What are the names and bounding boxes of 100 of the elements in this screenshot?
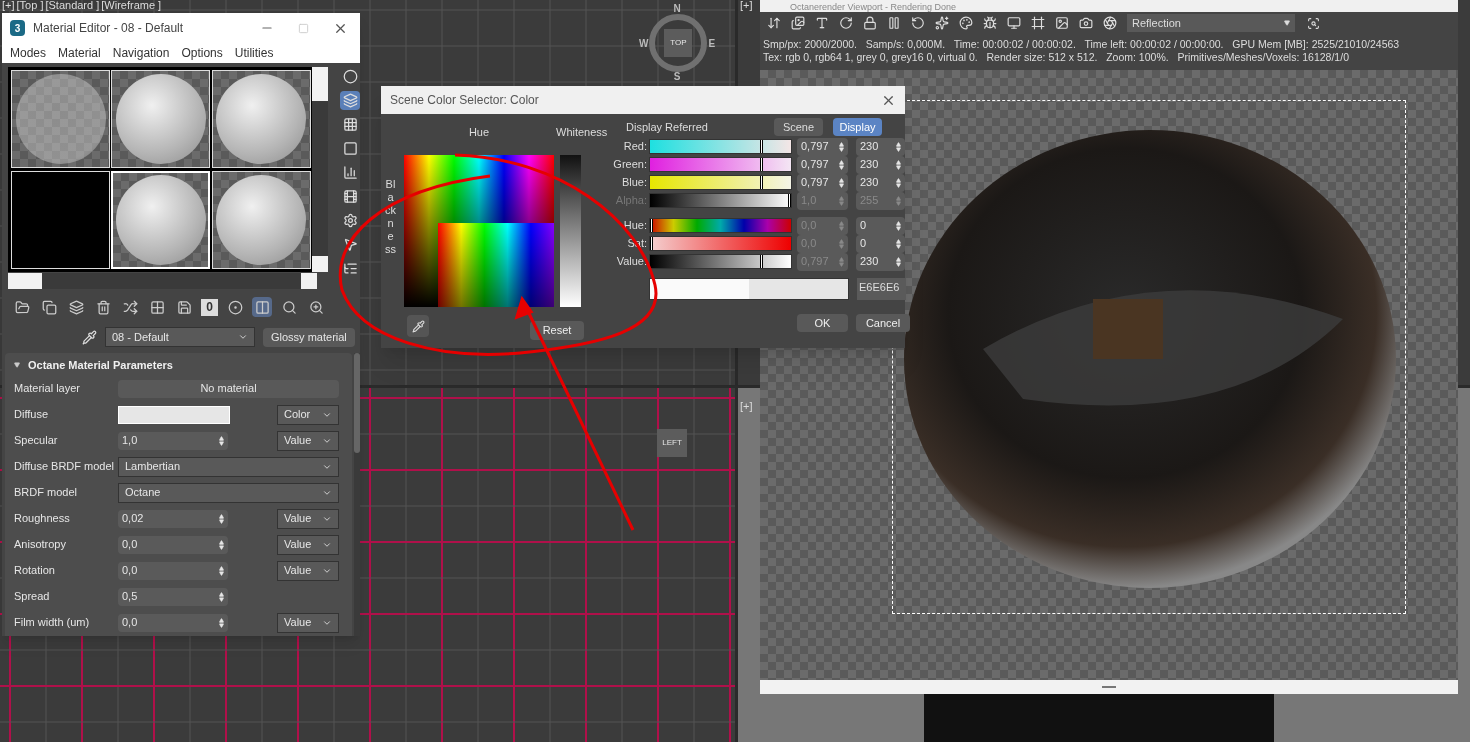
spinner-arrows-icon[interactable] (896, 256, 901, 267)
slider-thumb[interactable] (760, 140, 763, 153)
dropdown[interactable]: Value (277, 508, 339, 529)
dropdown[interactable]: Color (277, 404, 339, 425)
spinner-arrows-icon[interactable] (219, 513, 224, 524)
restart-icon[interactable] (909, 14, 927, 32)
number-spinner[interactable]: 0,5 (118, 587, 228, 606)
number-spinner[interactable]: 0,02 (118, 509, 228, 528)
palette-icon[interactable] (957, 14, 975, 32)
viewcube-compass-ring[interactable]: TOP (649, 14, 708, 72)
spinner-arrows-icon[interactable] (219, 435, 224, 446)
viewport-label[interactable]: [Standard ] (45, 0, 100, 10)
material-layer-button[interactable]: No material (118, 379, 339, 398)
whiteness-bar[interactable] (560, 154, 581, 307)
dropdown[interactable]: Lambertian (118, 456, 339, 477)
scene-value-spinner[interactable]: 0,797 (797, 173, 848, 192)
channel-slider[interactable] (649, 157, 792, 172)
picture-icon[interactable] (1053, 14, 1071, 32)
color-swatch[interactable] (118, 405, 230, 424)
viewcube-face[interactable]: LEFT (657, 429, 687, 457)
cancel-button[interactable]: Cancel (856, 314, 910, 332)
panel-scrollbar[interactable] (354, 353, 360, 636)
mode-button[interactable]: Scene (774, 118, 823, 136)
viewport-label[interactable]: [+] (740, 398, 753, 415)
mode-button[interactable]: Display (833, 118, 882, 136)
channel-slider[interactable] (649, 193, 792, 208)
display-value-spinner[interactable]: 0 (856, 234, 905, 253)
spinner-arrows-icon[interactable] (896, 220, 901, 231)
images-icon[interactable] (789, 14, 807, 32)
viewport-label[interactable]: [+] (2, 0, 15, 10)
slider-thumb[interactable] (650, 237, 653, 250)
menu-item[interactable]: Modes (10, 44, 47, 62)
display-value-spinner[interactable]: 230 (856, 155, 905, 174)
resize-handle-bar[interactable] (760, 680, 1458, 694)
dropdown[interactable]: Value (277, 430, 339, 451)
number-spinner[interactable]: 0,0 (118, 535, 228, 554)
eyedropper-icon[interactable] (82, 329, 97, 345)
channel-slider[interactable] (649, 139, 792, 154)
sparkle-icon[interactable] (933, 14, 951, 32)
aperture-icon[interactable] (1101, 14, 1119, 32)
slider-thumb[interactable] (760, 158, 763, 171)
scene-value-spinner[interactable]: 0,797 (797, 137, 848, 156)
bug-icon[interactable] (981, 14, 999, 32)
viewport-label[interactable]: [+] (740, 0, 753, 10)
spinner-arrows-icon[interactable] (219, 617, 224, 628)
spinner-arrows-icon[interactable] (219, 539, 224, 550)
spinner-arrows-icon[interactable] (839, 159, 844, 170)
channel-slider[interactable] (649, 175, 792, 190)
number-spinner[interactable]: 0,0 (118, 561, 228, 580)
viewport-label[interactable]: [Wireframe ] (101, 0, 162, 10)
channel-slider[interactable] (649, 254, 792, 269)
ok-button[interactable]: OK (797, 314, 848, 332)
spinner-arrows-icon[interactable] (896, 141, 901, 152)
slider-thumb[interactable] (650, 219, 653, 232)
zero-button[interactable]: 0 (201, 298, 218, 316)
spinner-arrows-icon[interactable] (896, 238, 901, 249)
display-value-spinner[interactable]: 230 (856, 137, 905, 156)
menu-item[interactable]: Options (181, 44, 223, 62)
spinner-arrows-icon[interactable] (219, 565, 224, 576)
monitor-icon[interactable] (1005, 14, 1023, 32)
number-spinner[interactable]: 0,0 (118, 613, 228, 632)
slider-thumb[interactable] (760, 176, 763, 189)
spinner-arrows-icon[interactable] (839, 177, 844, 188)
channel-slider[interactable] (649, 218, 792, 233)
expand-triangle-icon[interactable] (14, 362, 20, 369)
material-slot[interactable] (11, 171, 110, 269)
spinner-arrows-icon[interactable] (219, 591, 224, 602)
vertical-scrollbar[interactable] (312, 67, 328, 272)
dropdown[interactable]: Octane (118, 482, 339, 503)
dropdown[interactable]: 08 - Default (105, 327, 255, 347)
spinner-arrows-icon[interactable] (839, 141, 844, 152)
hue-blackness-picker[interactable] (404, 154, 554, 307)
number-spinner[interactable]: 1,0 (118, 431, 228, 450)
spinner-arrows-icon[interactable] (896, 159, 901, 170)
hex-field[interactable]: E6E6E6 (857, 278, 906, 300)
display-value-spinner[interactable]: 230 (856, 173, 905, 192)
dropdown[interactable]: Value (277, 534, 339, 555)
dropdown[interactable]: Value (277, 560, 339, 581)
columns-icon[interactable] (252, 297, 272, 317)
menu-item[interactable]: Utilities (234, 44, 274, 62)
viewport-label[interactable]: [Top ] (16, 0, 44, 10)
material-type-button[interactable]: Glossy material (263, 327, 355, 347)
reset-button[interactable]: Reset (530, 320, 584, 340)
spinner-arrows-icon[interactable] (896, 177, 901, 188)
dropdown[interactable]: Value (277, 612, 339, 633)
display-value-spinner[interactable]: 0 (856, 216, 905, 235)
menu-item[interactable]: Navigation (112, 44, 170, 62)
viewcube-face[interactable]: TOP (664, 29, 693, 57)
menu-item[interactable]: Material (58, 44, 101, 62)
channel-slider[interactable] (649, 236, 792, 251)
frame-icon[interactable] (1029, 14, 1047, 32)
slider-thumb[interactable] (760, 255, 763, 268)
scene-value-spinner[interactable]: 0,797 (797, 155, 848, 174)
lock-icon[interactable] (861, 14, 879, 32)
render-pass-dropdown[interactable]: Reflection (1127, 14, 1295, 32)
display-value-spinner[interactable]: 230 (856, 252, 905, 271)
eyedropper-button[interactable] (407, 315, 429, 337)
refresh-icon[interactable] (837, 14, 855, 32)
horizontal-scrollbar[interactable] (8, 273, 317, 289)
rollout-title[interactable]: Octane Material Parameters (28, 357, 173, 374)
